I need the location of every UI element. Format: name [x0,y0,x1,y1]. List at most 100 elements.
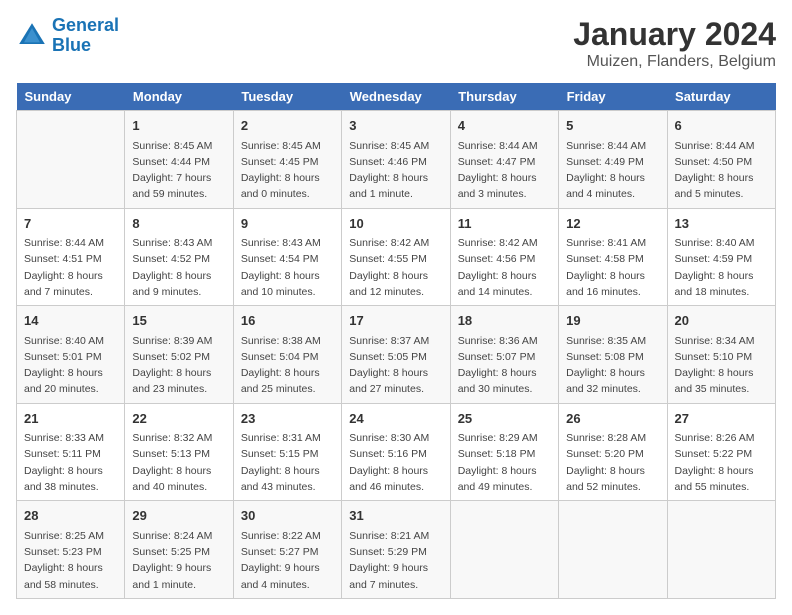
day-number: 26 [566,409,659,429]
day-info: Sunrise: 8:31 AMSunset: 5:15 PMDaylight:… [241,430,334,495]
day-number: 4 [458,116,551,136]
day-number: 12 [566,214,659,234]
day-info: Sunrise: 8:37 AMSunset: 5:05 PMDaylight:… [349,333,442,398]
header-cell-wednesday: Wednesday [342,83,450,111]
page-subtitle: Muizen, Flanders, Belgium [573,53,776,71]
day-number: 22 [132,409,225,429]
day-info: Sunrise: 8:44 AMSunset: 4:47 PMDaylight:… [458,138,551,203]
day-number: 27 [675,409,768,429]
day-number: 16 [241,311,334,331]
day-number: 3 [349,116,442,136]
day-info: Sunrise: 8:44 AMSunset: 4:51 PMDaylight:… [24,235,117,300]
day-info: Sunrise: 8:41 AMSunset: 4:58 PMDaylight:… [566,235,659,300]
calendar-cell [450,501,558,599]
calendar-cell: 5Sunrise: 8:44 AMSunset: 4:49 PMDaylight… [559,111,667,209]
day-number: 28 [24,506,117,526]
day-number: 11 [458,214,551,234]
title-block: January 2024 Muizen, Flanders, Belgium [573,16,776,71]
day-info: Sunrise: 8:30 AMSunset: 5:16 PMDaylight:… [349,430,442,495]
day-info: Sunrise: 8:45 AMSunset: 4:46 PMDaylight:… [349,138,442,203]
calendar-cell: 6Sunrise: 8:44 AMSunset: 4:50 PMDaylight… [667,111,775,209]
day-info: Sunrise: 8:40 AMSunset: 4:59 PMDaylight:… [675,235,768,300]
day-number: 8 [132,214,225,234]
day-number: 25 [458,409,551,429]
calendar-week-row: 28Sunrise: 8:25 AMSunset: 5:23 PMDayligh… [17,501,776,599]
logo-icon [16,20,48,52]
day-number: 17 [349,311,442,331]
header-cell-tuesday: Tuesday [233,83,341,111]
day-info: Sunrise: 8:42 AMSunset: 4:56 PMDaylight:… [458,235,551,300]
day-info: Sunrise: 8:33 AMSunset: 5:11 PMDaylight:… [24,430,117,495]
calendar-cell: 19Sunrise: 8:35 AMSunset: 5:08 PMDayligh… [559,306,667,404]
day-number: 18 [458,311,551,331]
day-number: 10 [349,214,442,234]
calendar-week-row: 21Sunrise: 8:33 AMSunset: 5:11 PMDayligh… [17,403,776,501]
day-info: Sunrise: 8:24 AMSunset: 5:25 PMDaylight:… [132,528,225,593]
day-number: 1 [132,116,225,136]
day-number: 24 [349,409,442,429]
day-info: Sunrise: 8:25 AMSunset: 5:23 PMDaylight:… [24,528,117,593]
calendar-cell: 14Sunrise: 8:40 AMSunset: 5:01 PMDayligh… [17,306,125,404]
calendar-cell: 17Sunrise: 8:37 AMSunset: 5:05 PMDayligh… [342,306,450,404]
day-info: Sunrise: 8:34 AMSunset: 5:10 PMDaylight:… [675,333,768,398]
calendar-cell: 25Sunrise: 8:29 AMSunset: 5:18 PMDayligh… [450,403,558,501]
calendar-cell: 26Sunrise: 8:28 AMSunset: 5:20 PMDayligh… [559,403,667,501]
calendar-cell: 29Sunrise: 8:24 AMSunset: 5:25 PMDayligh… [125,501,233,599]
day-info: Sunrise: 8:43 AMSunset: 4:52 PMDaylight:… [132,235,225,300]
calendar-cell: 23Sunrise: 8:31 AMSunset: 5:15 PMDayligh… [233,403,341,501]
calendar-cell: 22Sunrise: 8:32 AMSunset: 5:13 PMDayligh… [125,403,233,501]
calendar-cell: 30Sunrise: 8:22 AMSunset: 5:27 PMDayligh… [233,501,341,599]
day-number: 6 [675,116,768,136]
day-info: Sunrise: 8:35 AMSunset: 5:08 PMDaylight:… [566,333,659,398]
day-number: 19 [566,311,659,331]
day-info: Sunrise: 8:38 AMSunset: 5:04 PMDaylight:… [241,333,334,398]
day-number: 2 [241,116,334,136]
day-number: 29 [132,506,225,526]
calendar-cell: 21Sunrise: 8:33 AMSunset: 5:11 PMDayligh… [17,403,125,501]
calendar-cell: 16Sunrise: 8:38 AMSunset: 5:04 PMDayligh… [233,306,341,404]
calendar-cell: 1Sunrise: 8:45 AMSunset: 4:44 PMDaylight… [125,111,233,209]
day-number: 23 [241,409,334,429]
day-info: Sunrise: 8:21 AMSunset: 5:29 PMDaylight:… [349,528,442,593]
calendar-cell: 13Sunrise: 8:40 AMSunset: 4:59 PMDayligh… [667,208,775,306]
calendar-cell [667,501,775,599]
header-cell-friday: Friday [559,83,667,111]
day-number: 9 [241,214,334,234]
calendar-week-row: 7Sunrise: 8:44 AMSunset: 4:51 PMDaylight… [17,208,776,306]
calendar-cell: 15Sunrise: 8:39 AMSunset: 5:02 PMDayligh… [125,306,233,404]
day-info: Sunrise: 8:42 AMSunset: 4:55 PMDaylight:… [349,235,442,300]
header-cell-saturday: Saturday [667,83,775,111]
day-number: 15 [132,311,225,331]
day-info: Sunrise: 8:43 AMSunset: 4:54 PMDaylight:… [241,235,334,300]
page-header: General Blue January 2024 Muizen, Flande… [16,16,776,71]
page-title: January 2024 [573,16,776,53]
day-info: Sunrise: 8:44 AMSunset: 4:49 PMDaylight:… [566,138,659,203]
day-info: Sunrise: 8:28 AMSunset: 5:20 PMDaylight:… [566,430,659,495]
header-cell-thursday: Thursday [450,83,558,111]
day-info: Sunrise: 8:45 AMSunset: 4:44 PMDaylight:… [132,138,225,203]
logo: General Blue [16,16,119,56]
day-info: Sunrise: 8:36 AMSunset: 5:07 PMDaylight:… [458,333,551,398]
calendar-cell: 3Sunrise: 8:45 AMSunset: 4:46 PMDaylight… [342,111,450,209]
logo-text: General Blue [52,16,119,56]
calendar-cell: 31Sunrise: 8:21 AMSunset: 5:29 PMDayligh… [342,501,450,599]
day-number: 13 [675,214,768,234]
day-info: Sunrise: 8:39 AMSunset: 5:02 PMDaylight:… [132,333,225,398]
day-info: Sunrise: 8:26 AMSunset: 5:22 PMDaylight:… [675,430,768,495]
calendar-cell: 11Sunrise: 8:42 AMSunset: 4:56 PMDayligh… [450,208,558,306]
day-number: 31 [349,506,442,526]
calendar-cell: 12Sunrise: 8:41 AMSunset: 4:58 PMDayligh… [559,208,667,306]
calendar-table: SundayMondayTuesdayWednesdayThursdayFrid… [16,83,776,599]
day-number: 20 [675,311,768,331]
calendar-cell: 8Sunrise: 8:43 AMSunset: 4:52 PMDaylight… [125,208,233,306]
calendar-cell: 10Sunrise: 8:42 AMSunset: 4:55 PMDayligh… [342,208,450,306]
day-info: Sunrise: 8:45 AMSunset: 4:45 PMDaylight:… [241,138,334,203]
calendar-cell [17,111,125,209]
day-number: 5 [566,116,659,136]
header-cell-sunday: Sunday [17,83,125,111]
calendar-cell: 27Sunrise: 8:26 AMSunset: 5:22 PMDayligh… [667,403,775,501]
calendar-header-row: SundayMondayTuesdayWednesdayThursdayFrid… [17,83,776,111]
day-number: 7 [24,214,117,234]
calendar-cell: 20Sunrise: 8:34 AMSunset: 5:10 PMDayligh… [667,306,775,404]
calendar-cell: 7Sunrise: 8:44 AMSunset: 4:51 PMDaylight… [17,208,125,306]
